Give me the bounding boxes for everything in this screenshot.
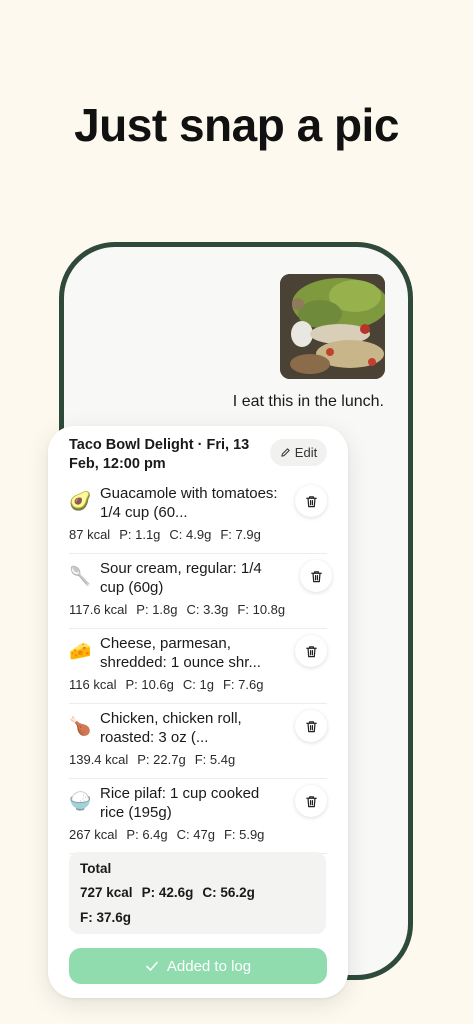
added-label: Added to log xyxy=(166,957,252,975)
food-item: 🍚 Rice pilaf: 1 cup cooked rice (195g) 2… xyxy=(69,779,327,854)
total-summary: Total 727 kcal P: 42.6g C: 56.2g F: 37.6g xyxy=(69,852,326,934)
trash-icon xyxy=(305,720,317,732)
food-kcal: 87 kcal xyxy=(69,527,111,542)
meal-photo[interactable] xyxy=(280,274,385,379)
delete-item-button[interactable] xyxy=(295,785,327,817)
pencil-icon xyxy=(281,448,290,457)
meal-title: Taco Bowl Delight · Fri, 13 Feb, 12:00 p… xyxy=(69,437,250,472)
food-fat: F: 7.9g xyxy=(220,527,261,542)
food-emoji: 🧀 xyxy=(69,641,92,661)
food-emoji: 🥄 xyxy=(69,566,92,586)
trash-icon xyxy=(305,645,317,657)
total-values: 727 kcal P: 42.6g C: 56.2g xyxy=(80,885,264,900)
food-fat: F: 5.9g xyxy=(223,827,265,842)
food-kcal: 139.4 kcal xyxy=(69,752,129,767)
food-carbs: C: 1g xyxy=(182,677,214,692)
headline: Just snap a pic xyxy=(74,99,399,151)
trash-icon xyxy=(310,570,322,582)
food-carbs: C: 47g xyxy=(176,827,215,842)
food-protein: P: 10.6g xyxy=(125,677,174,692)
food-name: Guacamole with tomatoes: 1/4 cup (60... xyxy=(100,485,278,521)
food-kcal: 116 kcal xyxy=(69,677,117,692)
total-protein: P: 42.6g xyxy=(141,885,194,900)
meal-card: Taco Bowl Delight · Fri, 13 Feb, 12:00 p… xyxy=(48,426,348,998)
total-kcal: 727 kcal xyxy=(80,885,133,900)
delete-item-button[interactable] xyxy=(295,635,327,667)
food-item: 🧀 Cheese, parmesan, shredded: 1 ounce sh… xyxy=(69,629,327,704)
food-macros: 116 kcal P: 10.6g C: 1g F: 7.6g xyxy=(69,677,272,692)
food-emoji: 🥑 xyxy=(69,491,92,511)
food-item: 🍗 Chicken, chicken roll, roasted: 3 oz (… xyxy=(69,704,327,779)
food-name: Rice pilaf: 1 cup cooked rice (195g) xyxy=(100,785,260,821)
check-icon xyxy=(146,961,158,971)
edit-button[interactable]: Edit xyxy=(270,439,327,466)
food-emoji: 🍗 xyxy=(69,716,92,736)
food-kcal: 117.6 kcal xyxy=(69,602,128,617)
added-to-log-button[interactable]: Added to log xyxy=(69,948,327,984)
delete-item-button[interactable] xyxy=(295,710,327,742)
food-item: 🥑 Guacamole with tomatoes: 1/4 cup (60..… xyxy=(69,479,327,554)
food-macros: 267 kcal P: 6.4g C: 47g F: 5.9g xyxy=(69,827,273,842)
total-fat: F: 37.6g xyxy=(80,910,132,925)
food-protein: P: 1.8g xyxy=(136,602,178,617)
total-label: Total xyxy=(80,861,112,876)
chat-message: I eat this in the lunch. xyxy=(232,393,384,410)
food-item: 🥄 Sour cream, regular: 1/4 cup (60g) 117… xyxy=(69,554,332,629)
trash-icon xyxy=(305,795,317,807)
food-fat: F: 7.6g xyxy=(222,677,264,692)
food-fat: F: 10.8g xyxy=(237,602,286,617)
food-fat: F: 5.4g xyxy=(194,752,236,767)
food-name: Sour cream, regular: 1/4 cup (60g) xyxy=(100,560,262,596)
meal-photo-image xyxy=(280,274,385,379)
food-kcal: 267 kcal xyxy=(69,827,118,842)
food-protein: P: 1.1g xyxy=(119,527,161,542)
trash-icon xyxy=(305,495,317,507)
edit-label: Edit xyxy=(294,445,318,460)
food-protein: P: 22.7g xyxy=(137,752,186,767)
delete-item-button[interactable] xyxy=(295,485,327,517)
food-carbs: C: 3.3g xyxy=(186,602,229,617)
food-protein: P: 6.4g xyxy=(126,827,168,842)
food-macros: 87 kcal P: 1.1g C: 4.9g F: 7.9g xyxy=(69,527,270,542)
food-macros: 117.6 kcal P: 1.8g C: 3.3g F: 10.8g xyxy=(69,602,294,617)
food-macros: 139.4 kcal P: 22.7g F: 5.4g xyxy=(69,752,244,767)
food-emoji: 🍚 xyxy=(69,791,92,811)
total-carbs: C: 56.2g xyxy=(202,885,255,900)
food-name: Cheese, parmesan, shredded: 1 ounce shr.… xyxy=(100,635,261,671)
delete-item-button[interactable] xyxy=(300,560,332,592)
food-carbs: C: 4.9g xyxy=(169,527,212,542)
food-name: Chicken, chicken roll, roasted: 3 oz (..… xyxy=(100,710,242,746)
